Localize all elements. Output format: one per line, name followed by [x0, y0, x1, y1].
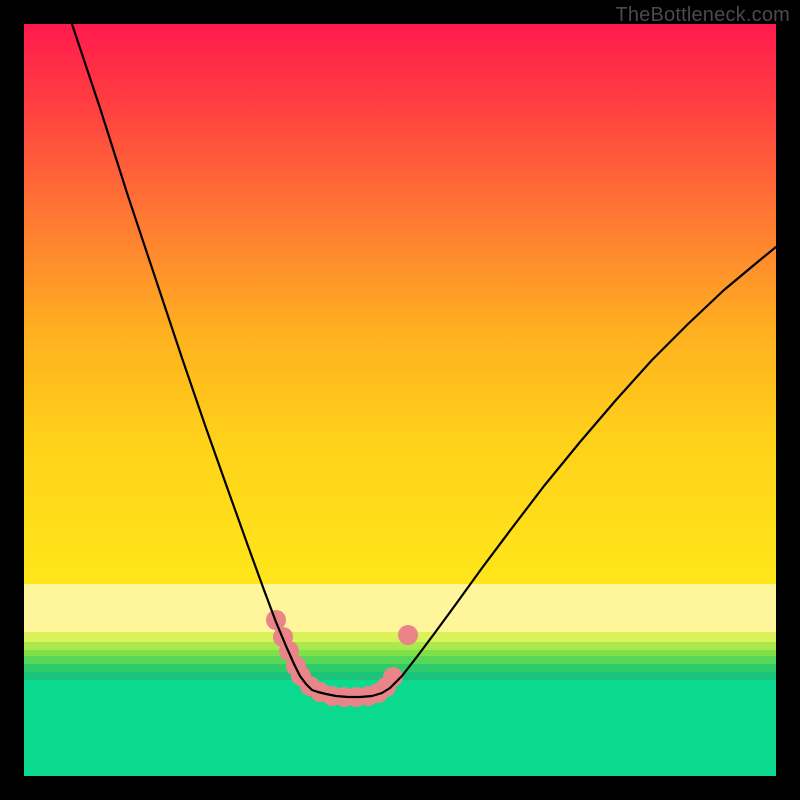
band-pale-yellow [24, 584, 776, 632]
plot-area [24, 24, 776, 776]
band-lime [24, 642, 776, 650]
gradient-upper [24, 24, 776, 584]
band-green-3 [24, 664, 776, 672]
watermark-text: TheBottleneck.com [615, 4, 790, 27]
band-green-4 [24, 672, 776, 680]
band-yellow-green [24, 632, 776, 642]
chart-frame: TheBottleneck.com [0, 0, 800, 800]
band-green-2 [24, 656, 776, 664]
band-emerald [24, 680, 776, 776]
